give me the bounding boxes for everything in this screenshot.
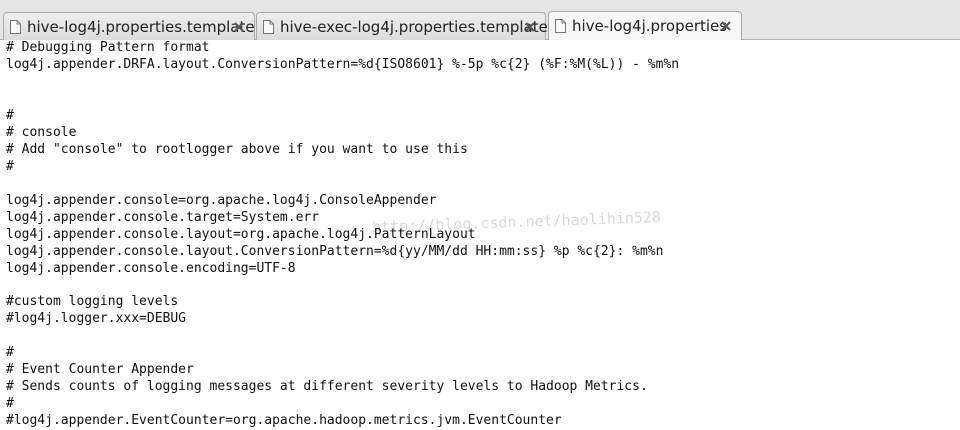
tab-hive-exec-log4j-properties-template[interactable]: hive-exec-log4j.properties.template [256, 12, 548, 40]
code-line: # Event Counter Appender [6, 362, 194, 377]
code-line: # [6, 396, 14, 411]
close-icon[interactable] [232, 20, 246, 34]
code-line: #log4j.logger.xxx=DEBUG [6, 311, 187, 326]
document-icon [10, 19, 21, 34]
code-line: # [6, 345, 14, 360]
code-line: # console [6, 125, 77, 140]
code-line: #custom logging levels [6, 294, 179, 309]
code-line: # [6, 108, 14, 123]
code-line: # Sends counts of logging messages at di… [6, 379, 648, 394]
code-line: # Debugging Pattern format [6, 40, 210, 55]
tab-hive-log4j-properties-template[interactable]: hive-log4j.properties.template [3, 12, 255, 40]
code-line: #log4j.appender.EventCounter=org.apache.… [6, 413, 562, 428]
text-editor[interactable]: http://blog.csdn.net/haolihin528 # Debug… [0, 40, 960, 430]
tab-label: hive-log4j.properties.template [27, 17, 255, 36]
tab-label: hive-exec-log4j.properties.template [280, 17, 548, 36]
close-icon[interactable] [719, 19, 733, 33]
tab-label: hive-log4j.properties [572, 17, 728, 35]
code-line: log4j.appender.console=org.apache.log4j.… [6, 193, 437, 208]
code-line: # Add "console" to rootlogger above if y… [6, 142, 468, 157]
document-icon [263, 19, 274, 34]
code-line: log4j.appender.console.encoding=UTF-8 [6, 261, 296, 276]
code-line: log4j.appender.console.layout.Conversion… [6, 244, 664, 259]
close-icon[interactable] [523, 20, 537, 34]
code-line: log4j.appender.console.target=System.err [6, 210, 320, 225]
document-icon [555, 19, 566, 33]
tab-hive-log4j-properties[interactable]: hive-log4j.properties [548, 11, 742, 40]
tab-bar: hive-log4j.properties.template hive-exec… [0, 0, 960, 40]
code-line: log4j.appender.console.layout=org.apache… [6, 227, 476, 242]
code-line: log4j.appender.DRFA.layout.ConversionPat… [6, 57, 680, 72]
code-line: # [6, 159, 14, 174]
